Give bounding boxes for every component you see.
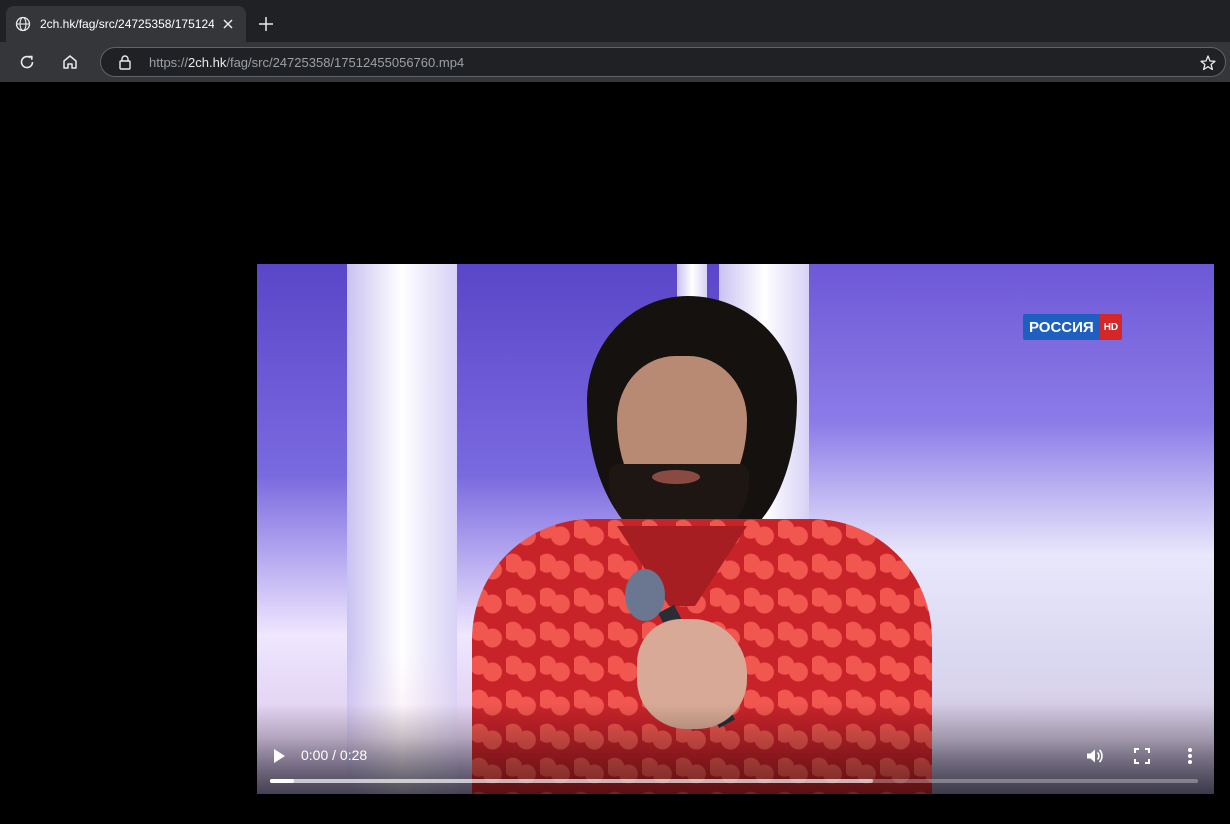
video-player[interactable]: РОССИЯ HD 0:00 / 0:28	[257, 264, 1214, 794]
channel-logo: РОССИЯ HD	[1023, 314, 1123, 340]
tab-title: 2ch.hk/fag/src/24725358/17512455056760.m…	[40, 17, 214, 31]
new-tab-button[interactable]	[256, 14, 276, 34]
lock-icon[interactable]	[117, 54, 133, 70]
time-display: 0:00 / 0:28	[301, 747, 368, 763]
play-icon	[274, 749, 285, 763]
address-bar[interactable]: https://2ch.hk/fag/src/24725358/17512455…	[100, 47, 1226, 77]
more-options-button[interactable]	[1178, 744, 1202, 768]
buffered-bar	[270, 779, 874, 783]
more-vertical-icon	[1188, 748, 1192, 764]
url-scheme: https://	[149, 54, 189, 70]
volume-button[interactable]	[1082, 744, 1106, 768]
play-button[interactable]	[267, 744, 291, 768]
seek-bar[interactable]	[270, 779, 1198, 783]
reload-icon	[20, 55, 34, 69]
bookmark-star-icon[interactable]	[1199, 54, 1217, 72]
browser-tab[interactable]: 2ch.hk/fag/src/24725358/17512455056760.m…	[6, 6, 246, 42]
home-icon	[63, 55, 77, 69]
volume-icon	[1087, 749, 1103, 763]
channel-logo-hd: HD	[1099, 314, 1123, 340]
globe-icon	[14, 15, 32, 33]
fullscreen-icon	[1134, 748, 1150, 764]
url-host: 2ch.hk	[188, 54, 227, 70]
url-path: /fag/src/24725358/17512455056760.mp4	[226, 54, 465, 70]
browser-toolbar: https://2ch.hk/fag/src/24725358/17512455…	[0, 42, 1230, 82]
microphone	[625, 569, 665, 621]
fullscreen-button[interactable]	[1130, 744, 1154, 768]
home-button[interactable]	[58, 50, 82, 74]
close-tab-icon[interactable]	[220, 16, 236, 32]
tab-strip: 2ch.hk/fag/src/24725358/17512455056760.m…	[0, 0, 1230, 42]
played-bar	[270, 779, 295, 783]
channel-logo-name: РОССИЯ	[1023, 314, 1100, 340]
url-text[interactable]: https://2ch.hk/fag/src/24725358/17512455…	[149, 55, 464, 70]
reload-button[interactable]	[15, 50, 39, 74]
